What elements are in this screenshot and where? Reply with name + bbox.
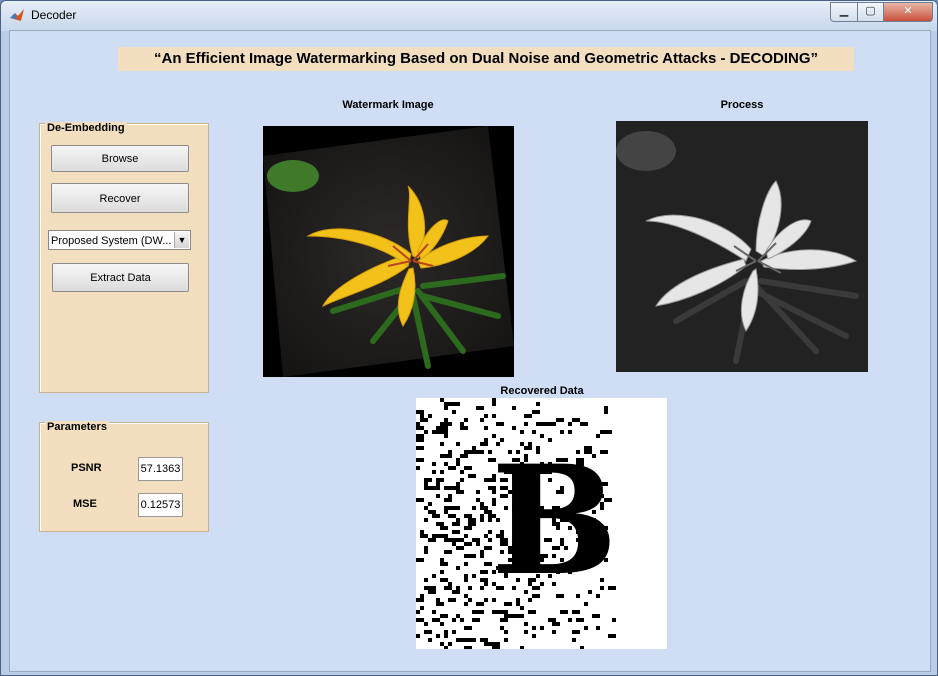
figure-area: “An Efficient Image Watermarking Based o…	[9, 30, 931, 672]
maximize-button[interactable]: ▢	[857, 2, 884, 22]
svg-text:B: B	[491, 433, 618, 609]
process-image	[616, 121, 868, 372]
de-embedding-panel: De-Embedding Browse Recover Proposed Sys…	[39, 122, 209, 393]
psnr-label: PSNR	[71, 462, 102, 474]
maximize-icon: ▢	[865, 5, 876, 17]
chevron-down-icon[interactable]: ▼	[174, 232, 189, 248]
close-icon: ✕	[903, 5, 913, 17]
watermark-image	[263, 126, 514, 377]
recovered-data-title: Recovered Data	[500, 385, 584, 397]
parameters-title: Parameters	[45, 421, 109, 433]
parameters-panel: Parameters PSNR 57.1363 MSE 0.12573	[39, 421, 209, 532]
mse-label: MSE	[73, 498, 97, 510]
close-button[interactable]: ✕	[883, 2, 933, 22]
extract-data-button[interactable]: Extract Data	[52, 263, 189, 292]
minimize-button[interactable]: ▁	[830, 2, 858, 22]
de-embedding-title: De-Embedding	[45, 122, 127, 134]
window-title: Decoder	[31, 8, 77, 22]
watermark-image-title: Watermark Image	[342, 99, 434, 111]
recovered-data-image: B	[416, 398, 667, 649]
title-bar[interactable]: Decoder ▁ ▢ ✕	[1, 1, 937, 29]
psnr-field[interactable]: 57.1363	[138, 457, 183, 481]
matlab-icon	[10, 9, 24, 21]
method-select-value: Proposed System (DW...	[51, 235, 172, 247]
page-title: “An Efficient Image Watermarking Based o…	[118, 47, 854, 71]
recover-button[interactable]: Recover	[51, 183, 189, 213]
mse-field[interactable]: 0.12573	[138, 493, 183, 517]
decoder-window: Decoder ▁ ▢ ✕ “An Efficient Image Waterm…	[0, 0, 938, 676]
minimize-icon: ▁	[839, 5, 849, 17]
process-image-title: Process	[720, 99, 764, 111]
browse-button[interactable]: Browse	[51, 145, 189, 172]
method-select[interactable]: Proposed System (DW... ▼	[48, 230, 191, 250]
